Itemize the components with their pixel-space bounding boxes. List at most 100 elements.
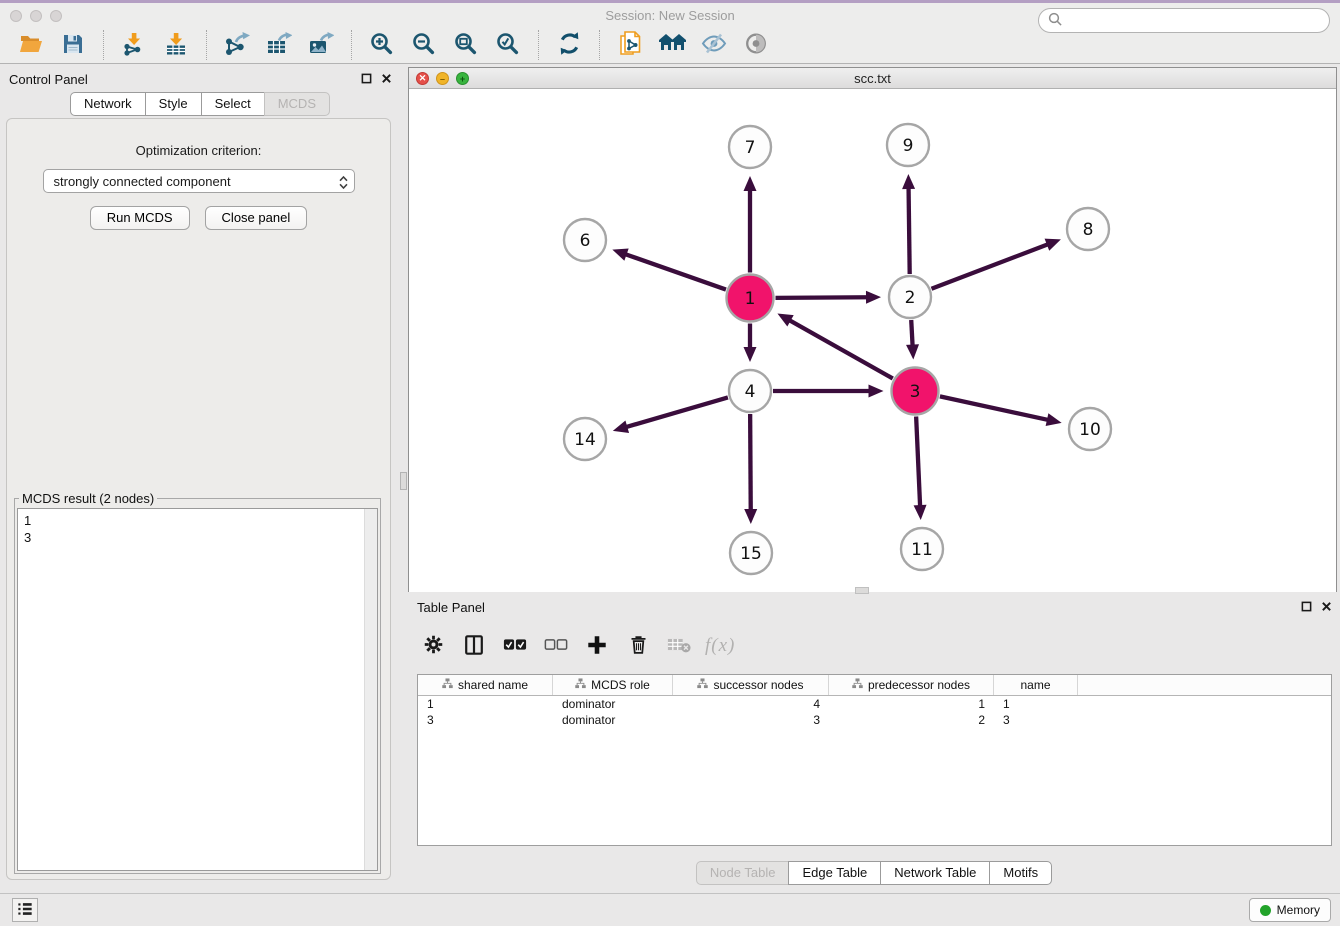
table-cell[interactable]: 1 [418, 696, 553, 712]
tab-edge-table[interactable]: Edge Table [788, 861, 881, 885]
node-8[interactable]: 8 [1067, 208, 1109, 250]
edge-4-15[interactable] [744, 414, 757, 524]
node-6[interactable]: 6 [564, 219, 606, 261]
table-cell[interactable]: 1 [829, 696, 994, 712]
edge-4-14[interactable] [613, 397, 728, 433]
node-15[interactable]: 15 [730, 532, 772, 574]
deselect-all-icon [544, 637, 568, 655]
edge-2-9[interactable] [902, 174, 915, 274]
node-9[interactable]: 9 [887, 124, 929, 166]
tab-mcds[interactable]: MCDS [264, 92, 330, 116]
table-cell[interactable]: 2 [829, 712, 994, 728]
table-cell[interactable]: dominator [553, 696, 673, 712]
optimization-criterion-select[interactable]: strongly connected component [43, 169, 355, 193]
first-neighbors-button[interactable] [656, 29, 688, 61]
deselect-all-button[interactable] [541, 630, 571, 662]
column-header-mcds-role[interactable]: MCDS role [553, 675, 673, 695]
hide-selected-button[interactable] [698, 29, 730, 61]
mcds-result-scrollbar[interactable] [364, 509, 377, 870]
show-columns-button[interactable] [459, 630, 489, 662]
zoom-out-button[interactable] [408, 29, 440, 61]
node-11[interactable]: 11 [901, 528, 943, 570]
open-file-button[interactable] [15, 29, 47, 61]
export-network-button[interactable] [221, 29, 253, 61]
column-header-name[interactable]: name [994, 675, 1078, 695]
tab-network[interactable]: Network [70, 92, 146, 116]
node-1[interactable]: 1 [727, 275, 774, 322]
import-table-button[interactable] [160, 29, 192, 61]
zoom-in-button[interactable] [366, 29, 398, 61]
function-builder-button[interactable]: f(x) [705, 630, 735, 662]
float-panel-icon[interactable] [1301, 600, 1312, 615]
select-all-button[interactable] [500, 630, 530, 662]
table-cell[interactable]: 4 [673, 696, 829, 712]
column-header-successor-nodes[interactable]: successor nodes [673, 675, 829, 695]
select-all-icon [503, 637, 527, 655]
tab-node-table[interactable]: Node Table [696, 861, 790, 885]
edge-2-8[interactable] [931, 239, 1060, 289]
edge-3-11[interactable] [914, 416, 927, 520]
tab-style[interactable]: Style [145, 92, 202, 116]
table-mode-button[interactable] [418, 630, 448, 662]
memory-button[interactable]: Memory [1249, 898, 1331, 922]
edge-1-6[interactable] [612, 248, 726, 289]
import-network-button[interactable] [118, 29, 150, 61]
node-4[interactable]: 4 [729, 370, 771, 412]
node-label: 10 [1079, 420, 1101, 440]
network-canvas[interactable]: 7 9 6 8 1 2 4 3 14 10 15 11 [409, 89, 1336, 592]
save-session-button[interactable] [57, 29, 89, 61]
table-cell[interactable]: 3 [418, 712, 553, 728]
edge-3-1[interactable] [777, 313, 892, 378]
table-cell[interactable]: 1 [994, 696, 1078, 712]
node-label: 9 [903, 136, 914, 156]
table-cell[interactable]: dominator [553, 712, 673, 728]
horizontal-splitter-handle[interactable] [855, 587, 869, 594]
close-panel-icon[interactable] [381, 72, 392, 87]
node-2[interactable]: 2 [889, 276, 931, 318]
close-panel-button[interactable]: Close panel [205, 206, 308, 230]
column-label: successor nodes [713, 678, 803, 692]
search-input[interactable] [1067, 14, 1329, 28]
edge-2-3[interactable] [906, 320, 919, 360]
export-image-button[interactable] [305, 29, 337, 61]
vertical-splitter-handle[interactable] [400, 472, 407, 490]
delete-table-button[interactable] [664, 630, 694, 662]
tab-motifs[interactable]: Motifs [989, 861, 1052, 885]
export-table-button[interactable] [263, 29, 295, 61]
node-3[interactable]: 3 [892, 368, 939, 415]
refresh-button[interactable] [553, 29, 585, 61]
network-view-titlebar[interactable]: ✕ – + scc.txt [409, 68, 1336, 89]
table-cell[interactable]: 3 [994, 712, 1078, 728]
node-label: 7 [745, 138, 756, 158]
run-mcds-button[interactable]: Run MCDS [90, 206, 190, 230]
tab-network-table[interactable]: Network Table [880, 861, 990, 885]
node-14[interactable]: 14 [564, 418, 606, 460]
zoom-fit-button[interactable] [450, 29, 482, 61]
table-row[interactable]: 1dominator411 [418, 696, 1331, 712]
table-row[interactable]: 3dominator323 [418, 712, 1331, 728]
node-7[interactable]: 7 [729, 126, 771, 168]
edge-1-7[interactable] [744, 176, 757, 273]
node-10[interactable]: 10 [1069, 408, 1111, 450]
close-panel-icon[interactable] [1321, 600, 1332, 615]
table-cell[interactable]: 3 [673, 712, 829, 728]
float-panel-icon[interactable] [361, 72, 372, 87]
column-header-predecessor-nodes[interactable]: predecessor nodes [829, 675, 994, 695]
zoom-selected-button[interactable] [492, 29, 524, 61]
task-history-button[interactable] [12, 898, 38, 922]
edge-1-2[interactable] [775, 291, 881, 304]
show-all-button[interactable] [740, 29, 772, 61]
new-network-from-selection-button[interactable] [614, 29, 646, 61]
add-column-button[interactable] [582, 630, 612, 662]
edge-4-3[interactable] [773, 385, 884, 398]
tab-select[interactable]: Select [201, 92, 265, 116]
control-panel-title: Control Panel [9, 72, 88, 87]
network-graph: 7 9 6 8 1 2 4 3 14 10 15 11 [409, 89, 1336, 592]
edge-1-4[interactable] [744, 324, 757, 363]
edge-3-10[interactable] [940, 396, 1062, 426]
control-panel-tabstrip: NetworkStyleSelectMCDS [0, 92, 400, 116]
column-header-shared-name[interactable]: shared name [418, 675, 553, 695]
add-column-icon [586, 634, 608, 659]
mcds-result-box[interactable]: 1 3 [17, 508, 378, 871]
delete-column-button[interactable] [623, 630, 653, 662]
